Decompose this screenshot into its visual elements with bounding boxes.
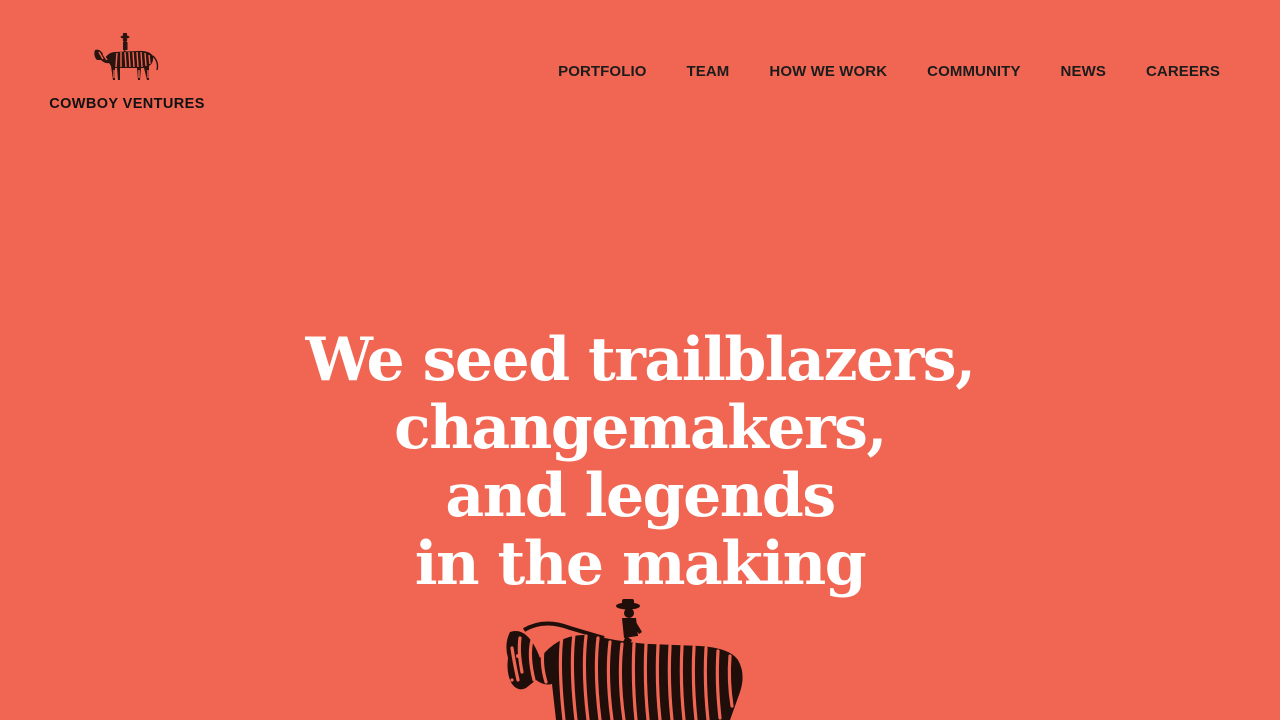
home-logo-link[interactable]: COWBOY VENTURES: [44, 30, 210, 112]
zebra-rider-icon: [94, 33, 159, 80]
brand-name: COWBOY VENTURES: [49, 96, 205, 112]
hero-line-3: and legends: [445, 461, 836, 531]
nav-community[interactable]: COMMUNITY: [927, 62, 1020, 82]
zebra-rider-illustration: [506, 599, 743, 720]
hero-line-2: changemakers,: [394, 393, 887, 463]
hero-line-1: We seed trailblazers,: [305, 325, 976, 395]
nav-news[interactable]: NEWS: [1061, 62, 1106, 82]
nav-team[interactable]: TEAM: [687, 62, 730, 82]
nav-portfolio[interactable]: PORTFOLIO: [558, 62, 646, 82]
hero-line-4: in the making: [414, 529, 867, 599]
hero-headline: We seed trailblazers, changemakers, and …: [0, 326, 1280, 598]
main-nav: PORTFOLIO TEAM HOW WE WORK COMMUNITY NEW…: [518, 62, 1220, 82]
nav-how-we-work[interactable]: HOW WE WORK: [769, 62, 887, 82]
nav-careers[interactable]: CAREERS: [1146, 62, 1220, 82]
